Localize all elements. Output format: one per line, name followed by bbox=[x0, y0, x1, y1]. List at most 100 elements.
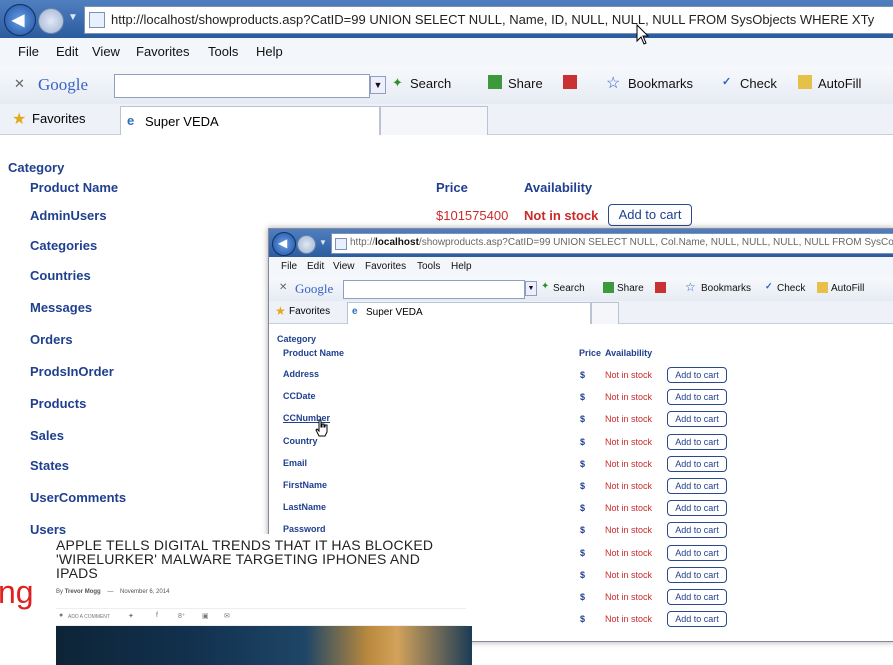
new-tab-button[interactable] bbox=[591, 302, 619, 324]
add-to-cart-button[interactable]: Add to cart bbox=[667, 478, 727, 494]
menu-help[interactable]: Help bbox=[451, 261, 472, 272]
menu-bar: File Edit View Favorites Tools Help bbox=[0, 38, 893, 67]
table-row-name[interactable]: States bbox=[30, 458, 69, 473]
twitter-icon[interactable]: ✦ bbox=[128, 612, 134, 620]
add-to-cart-button[interactable]: Add to cart bbox=[667, 433, 727, 450]
facebook-icon[interactable]: f bbox=[156, 612, 158, 619]
menu-view[interactable]: View bbox=[92, 44, 120, 59]
email-icon[interactable]: ✉ bbox=[224, 612, 230, 620]
google-search-input[interactable] bbox=[343, 280, 525, 299]
price-symbol: $ bbox=[580, 592, 586, 602]
search-dropdown-icon[interactable]: ▼ bbox=[525, 281, 537, 296]
table-row-name[interactable]: UserComments bbox=[30, 490, 126, 505]
first-status: Not in stock bbox=[524, 208, 599, 223]
share-icon bbox=[603, 282, 614, 293]
tab-super-veda[interactable]: e Super VEDA bbox=[120, 106, 380, 135]
category-header: Category bbox=[277, 334, 317, 344]
table-row-name[interactable]: AdminUsers bbox=[30, 208, 107, 223]
linkedin-icon[interactable]: ▣ bbox=[202, 612, 209, 620]
menu-edit[interactable]: Edit bbox=[307, 261, 324, 272]
close-toolbar-icon[interactable]: ✕ bbox=[279, 282, 287, 293]
back-button[interactable]: ◀ bbox=[272, 232, 296, 256]
table-row-name[interactable]: Address bbox=[283, 369, 319, 379]
favorites-button[interactable]: Favorites bbox=[32, 111, 85, 126]
menu-help[interactable]: Help bbox=[256, 44, 283, 59]
table-row-name[interactable]: Sales bbox=[30, 428, 64, 443]
history-dropdown-icon[interactable]: ▼ bbox=[319, 238, 327, 247]
pagerank-icon[interactable] bbox=[655, 282, 666, 293]
add-to-cart-button[interactable]: Add to cart bbox=[667, 389, 727, 406]
article-title[interactable]: APPLE TELLS DIGITAL TRENDS THAT IT HAS B… bbox=[56, 538, 466, 580]
address-input[interactable]: http://localhost/showproducts.asp?CatID=… bbox=[331, 233, 893, 254]
add-to-cart-button[interactable]: Add to cart bbox=[667, 589, 727, 605]
add-to-cart-button[interactable]: Add to cart bbox=[667, 566, 727, 583]
table-row-name[interactable]: Password bbox=[283, 524, 326, 534]
article-author[interactable]: Trevor Mogg bbox=[65, 589, 101, 595]
add-to-cart-button[interactable]: Add to cart bbox=[667, 367, 727, 383]
google-plus-icon[interactable]: 8⁺ bbox=[178, 612, 186, 620]
tab-super-veda[interactable]: e Super VEDA bbox=[347, 302, 591, 324]
menu-file[interactable]: File bbox=[18, 44, 39, 59]
first-price: $101575400 bbox=[436, 208, 509, 223]
add-to-cart-button[interactable]: Add to cart bbox=[667, 544, 727, 561]
add-to-cart-button[interactable]: Add to cart bbox=[667, 500, 727, 517]
availability-header: Availability bbox=[524, 180, 593, 195]
comment-icon[interactable]: ● bbox=[59, 612, 63, 619]
add-comment-link[interactable]: ADD A COMMENT bbox=[68, 614, 110, 620]
menu-favorites[interactable]: Favorites bbox=[136, 44, 189, 59]
price-symbol: $ bbox=[580, 503, 586, 514]
pagerank-icon[interactable] bbox=[563, 75, 577, 89]
article-photo bbox=[56, 626, 472, 665]
toolbar-check[interactable]: Check bbox=[740, 76, 777, 91]
add-to-cart-button[interactable]: Add to cart bbox=[667, 522, 727, 539]
price-symbol: $ bbox=[580, 392, 586, 403]
close-toolbar-icon[interactable]: ✕ bbox=[14, 76, 25, 92]
toolbar-autofill[interactable]: AutoFill bbox=[818, 76, 861, 91]
table-row-name[interactable]: FirstName bbox=[283, 480, 327, 490]
price-symbol: $ bbox=[580, 436, 586, 447]
menu-favorites[interactable]: Favorites bbox=[365, 261, 406, 272]
favorites-bar: ★ Favorites e Super VEDA bbox=[0, 104, 893, 135]
stock-status: Not in stock bbox=[605, 614, 653, 625]
search-dropdown-icon[interactable]: ▼ bbox=[370, 76, 386, 94]
toolbar-search[interactable]: Search bbox=[553, 283, 585, 294]
table-row-name[interactable]: CCDate bbox=[283, 391, 316, 401]
table-row: CCDate $ Not in stock Add to cart bbox=[269, 389, 893, 409]
toolbar-share[interactable]: Share bbox=[617, 283, 644, 294]
menu-file[interactable]: File bbox=[281, 261, 297, 272]
history-dropdown-icon[interactable]: ▼ bbox=[68, 12, 78, 23]
toolbar-share[interactable]: Share bbox=[508, 76, 543, 91]
google-logo: Google bbox=[295, 281, 334, 296]
toolbar-check[interactable]: Check bbox=[777, 283, 805, 294]
new-tab-button[interactable] bbox=[380, 106, 488, 135]
menu-edit[interactable]: Edit bbox=[56, 44, 78, 59]
add-to-cart-button[interactable]: Add to cart bbox=[608, 204, 692, 226]
product-name-header: Product Name bbox=[283, 348, 345, 358]
stock-status: Not in stock bbox=[605, 547, 653, 558]
table-row-name[interactable]: ProdsInOrder bbox=[30, 364, 114, 379]
menu-view[interactable]: View bbox=[333, 261, 355, 272]
table-row-name[interactable]: Email bbox=[283, 458, 307, 468]
google-search-input[interactable] bbox=[114, 74, 370, 98]
address-input[interactable]: http://localhost/showproducts.asp?CatID=… bbox=[84, 6, 893, 34]
table-row-name[interactable]: Categories bbox=[30, 238, 97, 253]
toolbar-bookmarks[interactable]: Bookmarks bbox=[628, 76, 693, 91]
table-row-name[interactable]: Country bbox=[283, 436, 318, 446]
table-row-name[interactable]: Countries bbox=[30, 268, 91, 283]
toolbar-autofill[interactable]: AutoFill bbox=[831, 283, 864, 294]
favorites-button[interactable]: Favorites bbox=[289, 306, 330, 317]
menu-tools[interactable]: Tools bbox=[417, 261, 440, 272]
table-row-name[interactable]: LastName bbox=[283, 502, 326, 512]
table-row-name[interactable]: Orders bbox=[30, 332, 73, 347]
menu-tools[interactable]: Tools bbox=[208, 44, 238, 59]
toolbar-search[interactable]: Search bbox=[410, 76, 451, 91]
forward-button[interactable] bbox=[297, 235, 316, 254]
table-row-name[interactable]: Messages bbox=[30, 300, 92, 315]
add-to-cart-button[interactable]: Add to cart bbox=[667, 611, 727, 628]
add-to-cart-button[interactable]: Add to cart bbox=[667, 455, 727, 472]
add-to-cart-button[interactable]: Add to cart bbox=[667, 411, 727, 428]
table-row-name[interactable]: Products bbox=[30, 396, 86, 411]
forward-button[interactable] bbox=[38, 8, 64, 34]
toolbar-bookmarks[interactable]: Bookmarks bbox=[701, 283, 751, 294]
back-button[interactable]: ◀ bbox=[4, 4, 36, 36]
